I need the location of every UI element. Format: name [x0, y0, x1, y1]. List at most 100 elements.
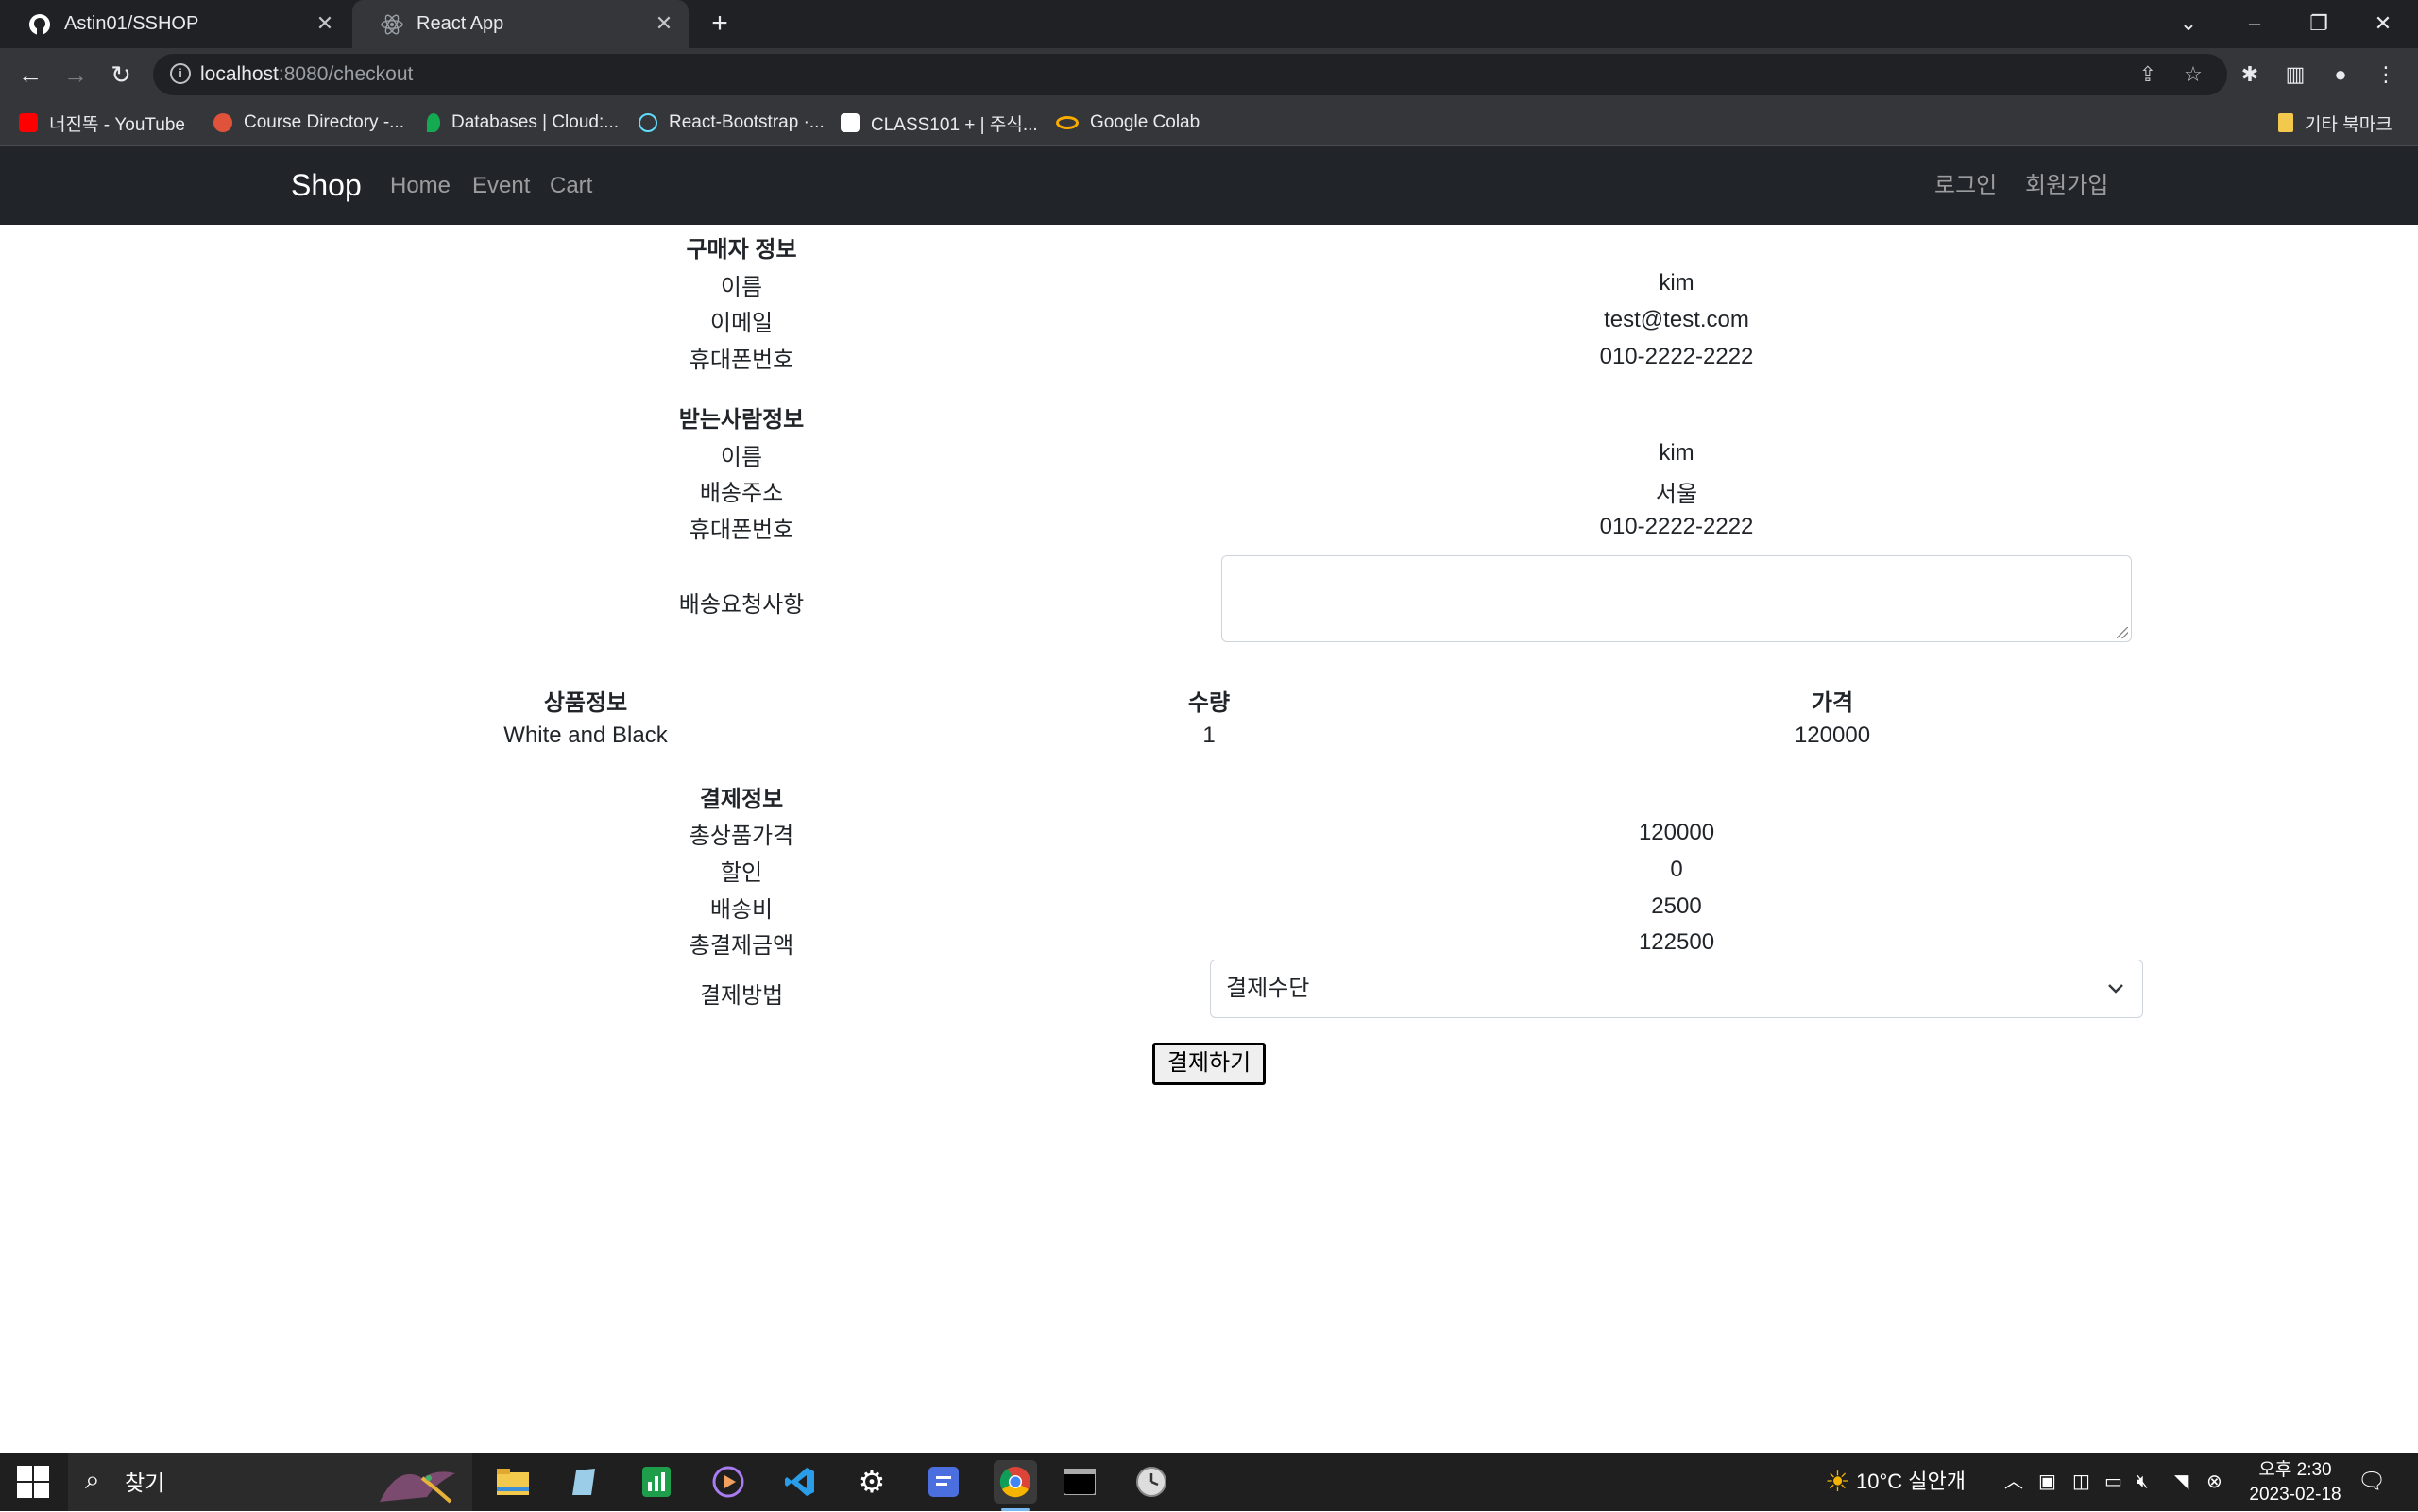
tab-search-chevron-icon[interactable]: ⌄	[2174, 9, 2203, 38]
buyer-phone-value: 010-2222-2222	[1599, 344, 1754, 369]
file-explorer-icon[interactable]	[491, 1460, 535, 1504]
media-player-icon[interactable]	[707, 1460, 750, 1504]
bookmark-label: React-Bootstrap ·...	[669, 112, 825, 132]
new-tab-icon[interactable]: +	[707, 9, 733, 38]
bookmark-react-bootstrap[interactable]: React-Bootstrap ·...	[639, 100, 825, 145]
tab-github[interactable]: Astin01/SSHOP ✕	[0, 0, 349, 48]
bookmark-course-directory[interactable]: Course Directory -...	[213, 100, 404, 145]
pay-button[interactable]: 결제하기	[1152, 1043, 1266, 1085]
volume-muted-icon[interactable]: 🔇︎	[2137, 1453, 2149, 1511]
react-icon	[381, 13, 403, 36]
address-bar[interactable]: i localhost:8080/checkout ⇪ ☆	[153, 54, 2227, 95]
weather-widget[interactable]: ☀ 10°C 실안개	[1825, 1453, 1966, 1512]
network-disconnected-icon[interactable]: ⊗	[2206, 1453, 2222, 1511]
side-panel-icon[interactable]: ▥	[2280, 59, 2310, 90]
extensions-icon[interactable]: ✱	[2235, 59, 2265, 90]
sheets-app-icon[interactable]	[635, 1460, 678, 1504]
shipping-label: 배송비	[709, 897, 774, 923]
windows-start-icon[interactable]	[17, 1466, 49, 1498]
notes-app-icon[interactable]	[922, 1460, 965, 1504]
restore-icon[interactable]: ❐	[2305, 9, 2333, 38]
bookmark-google-colab[interactable]: Google Colab	[1056, 100, 1200, 145]
minimize-icon[interactable]: –	[2240, 9, 2269, 38]
url-text[interactable]: localhost:8080/checkout	[200, 54, 413, 95]
github-icon	[28, 13, 51, 36]
weather-text: 10°C 실안개	[1856, 1470, 1967, 1493]
menu-icon[interactable]: ⋮	[2371, 59, 2401, 90]
settings-gear-icon[interactable]: ⚙	[850, 1460, 894, 1504]
notification-icon[interactable]: 🗨︎	[2358, 1453, 2386, 1511]
recipient-name-label: 이름	[720, 445, 763, 470]
bookmark-label: 너진똑 - YouTube	[49, 114, 185, 135]
taskbar-search[interactable]: ⌕ 찾기	[68, 1453, 472, 1511]
recipient-phone-value: 010-2222-2222	[1599, 514, 1754, 539]
weather-sun-icon: ☀	[1825, 1467, 1850, 1499]
camera-icon[interactable]: ◫	[2072, 1453, 2090, 1511]
discount-label: 할인	[720, 860, 763, 886]
reload-icon[interactable]: ↻	[106, 59, 136, 90]
terminal-icon[interactable]	[1058, 1460, 1101, 1504]
url-path: :8080/checkout	[278, 63, 414, 85]
chrome-icon[interactable]	[994, 1460, 1037, 1511]
bookmark-youtube[interactable]: 너진똑 - YouTube	[19, 100, 185, 145]
tray-app-icon[interactable]: ▣	[2038, 1453, 2056, 1511]
product-price-cell: 120000	[1794, 722, 1871, 748]
search-icon: ⌕	[85, 1465, 100, 1494]
profile-icon[interactable]: ●	[2325, 59, 2356, 90]
nav-event[interactable]: Event	[472, 146, 530, 225]
bookmarks-bar: 너진똑 - YouTube Course Directory -... Data…	[0, 100, 2418, 146]
tab-react-app[interactable]: React App ✕	[352, 0, 689, 48]
apple-icon	[213, 113, 232, 132]
battery-icon[interactable]: ▭	[2104, 1453, 2122, 1511]
browser-toolbar: ← → ↻ i localhost:8080/checkout ⇪ ☆ ✱ ▥ …	[0, 48, 2418, 100]
brand-logo[interactable]: Shop	[291, 146, 362, 225]
back-icon[interactable]: ←	[15, 59, 45, 90]
bookmark-label: CLASS101 + | 주식...	[871, 114, 1038, 135]
close-window-icon[interactable]: ✕	[2369, 9, 2397, 38]
payment-method-select[interactable]: 결제수단	[1210, 960, 2143, 1018]
site-info-icon[interactable]: i	[170, 63, 191, 84]
nav-cart[interactable]: Cart	[550, 146, 592, 225]
windows-taskbar: ⌕ 찾기 ⚙ ☀ 10°C 실안개 ︿ ▣ ◫ ▭ 🔇︎ ◥ ⊗ 오후 2:30…	[0, 1453, 2418, 1511]
resize-grip-icon[interactable]	[2117, 627, 2128, 638]
recipient-phone-label: 휴대폰번호	[689, 518, 794, 543]
discount-value: 0	[1670, 857, 1683, 882]
bookmark-class101[interactable]: CLASS101 + | 주식...	[841, 100, 1038, 145]
bookmark-star-icon[interactable]: ☆	[2180, 61, 2206, 88]
bookmark-databases[interactable]: Databases | Cloud:...	[427, 100, 619, 145]
buyer-info-heading: 구매자 정보	[686, 237, 797, 263]
payment-info-heading: 결제정보	[699, 787, 784, 812]
total-label: 총결제금액	[689, 933, 794, 959]
taskbar-search-text: 찾기	[125, 1470, 165, 1495]
payment-method-label: 결제방법	[699, 983, 784, 1009]
colab-icon	[1056, 116, 1079, 129]
nav-home[interactable]: Home	[390, 146, 451, 225]
system-clock[interactable]: 오후 2:30 2023-02-18	[2239, 1458, 2352, 1507]
delivery-request-textarea[interactable]	[1221, 555, 2132, 642]
notepad-icon[interactable]	[563, 1460, 606, 1504]
other-bookmarks[interactable]: 기타 북마크	[2278, 100, 2392, 145]
url-host: localhost	[200, 63, 279, 85]
nav-signup[interactable]: 회원가입	[2025, 146, 2108, 225]
forward-icon[interactable]: →	[60, 59, 91, 90]
close-tab-icon[interactable]: ✕	[653, 12, 675, 35]
wifi-icon[interactable]: ◥	[2174, 1453, 2188, 1511]
buyer-name-value: kim	[1659, 270, 1694, 296]
bookmark-label: Google Colab	[1090, 112, 1200, 132]
share-icon[interactable]: ⇪	[2135, 61, 2161, 88]
class101-icon	[841, 113, 860, 132]
clock-app-icon[interactable]	[1130, 1460, 1173, 1504]
nav-login[interactable]: 로그인	[1934, 146, 1997, 225]
shipping-value: 2500	[1651, 893, 1702, 919]
product-name-cell: White and Black	[503, 722, 668, 748]
site-navbar: Shop Home Event Cart 로그인 회원가입	[0, 146, 2418, 225]
hummingbird-illustration-icon	[380, 1471, 455, 1504]
buyer-phone-label: 휴대폰번호	[689, 348, 794, 373]
vscode-icon[interactable]	[778, 1460, 822, 1504]
tray-overflow-chevron-icon[interactable]: ︿	[2004, 1453, 2023, 1511]
recipient-address-label: 배송주소	[699, 481, 784, 506]
other-bookmarks-label: 기타 북마크	[2305, 114, 2392, 135]
close-tab-icon[interactable]: ✕	[314, 12, 336, 35]
payment-method-selected: 결제수단	[1226, 976, 1310, 1001]
recipient-name-value: kim	[1659, 440, 1694, 466]
